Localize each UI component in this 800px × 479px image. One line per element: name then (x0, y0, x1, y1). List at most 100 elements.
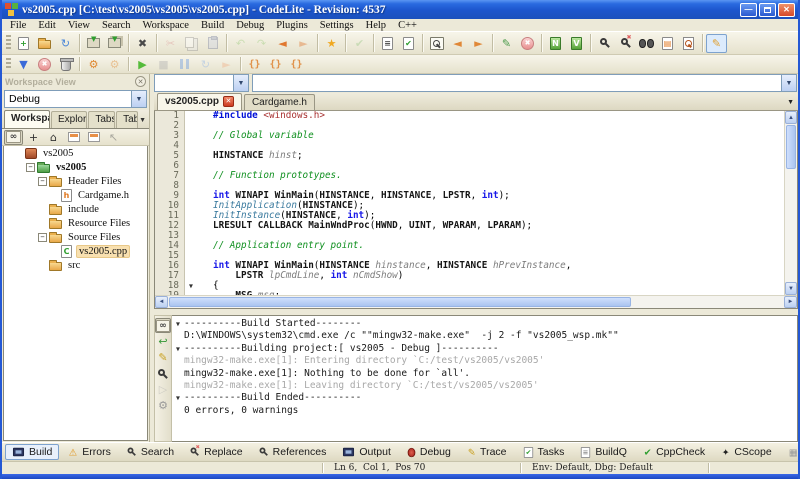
find-prev-button[interactable]: ◄ (447, 34, 468, 53)
save-and-build-button[interactable]: ▼ (13, 56, 34, 73)
menu-file[interactable]: File (4, 20, 32, 31)
paste-button[interactable] (202, 34, 223, 53)
bottom-tab-search[interactable]: Search (120, 444, 181, 460)
tab-overflow-icon[interactable]: ▼ (139, 117, 149, 128)
tree-expander[interactable]: − (26, 163, 35, 172)
find-in-output-button[interactable] (155, 366, 171, 381)
tree-expander[interactable]: − (38, 177, 47, 186)
tree-item-vs2005[interactable]: −vs2005 (4, 160, 147, 174)
chevron-down-icon[interactable]: ▼ (781, 75, 796, 91)
tab-workspace[interactable]: Workspace (4, 110, 50, 128)
collapse-all-button[interactable]: + (24, 130, 43, 145)
editor-tab-cardgame-h[interactable]: Cardgame.h (244, 94, 315, 110)
prev-file-button[interactable] (64, 130, 83, 145)
quick-find-button[interactable] (426, 34, 447, 53)
clear-output-button[interactable]: ✎ (155, 350, 171, 365)
horizontal-scroll-thumb[interactable] (169, 297, 631, 307)
editor-tab-vs2005-cpp[interactable]: vs2005.cpp✕ (157, 93, 242, 110)
cancel-build-button[interactable]: ✖ (34, 56, 55, 73)
stop-build-button[interactable]: ⚙ (104, 56, 125, 73)
open-resource-button[interactable]: ▤ (657, 34, 678, 53)
close-button[interactable]: ✕ (778, 3, 795, 17)
navigate-forward-button[interactable]: ► (293, 34, 314, 53)
tree-item-source-files[interactable]: −Source Files (4, 230, 147, 244)
wrap-lines-button[interactable]: ↩ (155, 334, 171, 349)
bookmark-button[interactable]: ★ (321, 34, 342, 53)
bottom-tab-build[interactable]: Build (5, 444, 59, 460)
goto-active-project-button[interactable]: ⌂ (44, 130, 63, 145)
build-output[interactable]: ▼----------Build Started--------D:\WINDO… (172, 315, 798, 442)
chevron-down-icon[interactable]: ▼ (131, 91, 146, 107)
menu-search[interactable]: Search (96, 20, 137, 31)
cut-button[interactable]: ✂ (160, 34, 181, 53)
navigate-back-button[interactable]: ◄ (272, 34, 293, 53)
save-file-button[interactable] (83, 34, 104, 53)
menu-view[interactable]: View (62, 20, 96, 31)
bottom-tab-trace[interactable]: ✎Trace (460, 444, 514, 460)
tab-tabs[interactable]: Tabs (88, 111, 115, 128)
tab-close-icon[interactable]: ✕ (223, 96, 234, 107)
next-file-button[interactable] (84, 130, 103, 145)
bottom-tab-cscope[interactable]: ✦CScope (714, 444, 779, 460)
bottom-tab-replace[interactable]: Replace (183, 444, 250, 460)
bottom-tab-svn[interactable]: ▦Svn (781, 444, 800, 460)
build-settings-button[interactable]: ⚙ (155, 398, 171, 413)
replace-button[interactable] (615, 34, 636, 53)
close-active-button[interactable]: ✖ (517, 34, 538, 53)
vertical-scrollbar[interactable]: ▲ ▼ (784, 111, 797, 295)
tab-tab[interactable]: Tab (116, 111, 138, 128)
open-file-button[interactable] (34, 34, 55, 53)
menu-help[interactable]: Help (360, 20, 392, 31)
build-config-combo[interactable]: Debug ▼ (4, 90, 147, 108)
menu-build[interactable]: Build (195, 20, 230, 31)
reload-file-button[interactable]: ↻ (55, 34, 76, 53)
link-editor-button[interactable]: ∞ (4, 130, 23, 145)
book-new-button[interactable]: N (545, 34, 566, 53)
link-output-button[interactable]: ∞ (155, 318, 171, 333)
tree-item-src[interactable]: src (4, 258, 147, 272)
clean-project-button[interactable] (55, 56, 76, 73)
find-combo[interactable]: ▼ (154, 74, 249, 92)
scroll-up-icon[interactable]: ▲ (785, 111, 797, 124)
syntax-check-button[interactable]: ✔ (349, 34, 370, 53)
undo-button[interactable]: ↶ (230, 34, 251, 53)
tree-item-cardgame-h[interactable]: hCardgame.h (4, 188, 147, 202)
tab-explorer[interactable]: Explorer (51, 111, 87, 128)
build-project-button[interactable]: ⚙ (83, 56, 104, 73)
remind-list-button[interactable]: ≡ (377, 34, 398, 53)
find-next-button[interactable]: ► (468, 34, 489, 53)
restart-debugger-button[interactable]: ↻ (195, 56, 216, 73)
pause-debugger-button[interactable] (174, 56, 195, 73)
minimize-button[interactable]: — (740, 3, 757, 17)
find-in-files-button[interactable] (636, 34, 657, 53)
menu-cpp[interactable]: C++ (392, 20, 423, 31)
step-next-button[interactable]: ► (216, 56, 237, 73)
highlight-word-button[interactable]: ✎ (706, 34, 727, 53)
code-view[interactable]: 1#include <windows.h>23// Global variabl… (155, 111, 784, 295)
menu-workspace[interactable]: Workspace (137, 20, 195, 31)
tree-item-vs2005-cpp[interactable]: Cvs2005.cpp (4, 244, 147, 258)
redo-button[interactable]: ↷ (251, 34, 272, 53)
find-symbol-button[interactable] (678, 34, 699, 53)
run-debugger-button[interactable]: ▶ (132, 56, 153, 73)
copy-button[interactable] (181, 34, 202, 53)
scroll-right-icon[interactable]: ► (784, 296, 797, 308)
save-all-button[interactable] (104, 34, 125, 53)
bottom-tab-debug[interactable]: Debug (400, 444, 458, 460)
menu-settings[interactable]: Settings (314, 20, 360, 31)
tree-item-resource-files[interactable]: Resource Files (4, 216, 147, 230)
step-in-button[interactable]: {} (244, 56, 265, 73)
step-over-button[interactable]: {} (265, 56, 286, 73)
bottom-tab-output[interactable]: Output (335, 444, 398, 460)
search-combo[interactable]: ▼ (252, 74, 797, 92)
tree-item-header-files[interactable]: −Header Files (4, 174, 147, 188)
book-view-button[interactable]: V (566, 34, 587, 53)
menu-edit[interactable]: Edit (32, 20, 62, 31)
tree-item-vs2005[interactable]: vs2005 (4, 146, 147, 160)
horizontal-scrollbar[interactable]: ◄ ► (155, 295, 797, 308)
step-out-button[interactable]: {} (286, 56, 307, 73)
tree-item-include[interactable]: include (4, 202, 147, 216)
menu-plugins[interactable]: Plugins (270, 20, 314, 31)
find-button[interactable] (594, 34, 615, 53)
send-output-button[interactable]: ▷ (155, 382, 171, 397)
